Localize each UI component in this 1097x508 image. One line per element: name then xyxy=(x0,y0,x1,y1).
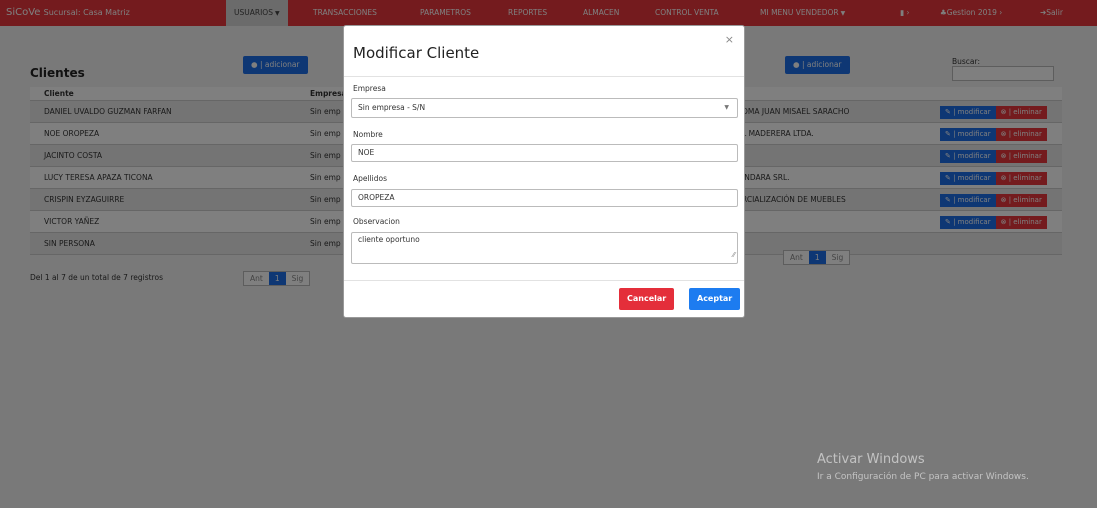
modal-title: Modificar Cliente xyxy=(353,44,480,62)
nombre-value: NOE xyxy=(358,148,375,157)
apellidos-label: Apellidos xyxy=(353,174,388,183)
nombre-label: Nombre xyxy=(353,130,383,139)
activation-watermark-text: Ir a Configuración de PC para activar Wi… xyxy=(817,472,1029,482)
resize-handle-icon[interactable]: ⁄⁄ xyxy=(733,248,735,262)
modal-footer-divider xyxy=(344,280,744,281)
chevron-down-icon: ▼ xyxy=(724,104,729,111)
close-icon[interactable]: × xyxy=(725,33,734,46)
activation-watermark-title: Activar Windows xyxy=(817,452,925,467)
empresa-label: Empresa xyxy=(353,84,386,93)
cancel-button[interactable]: Cancelar xyxy=(619,288,675,310)
apellidos-value: OROPEZA xyxy=(358,193,395,202)
nombre-input[interactable]: NOE xyxy=(351,144,738,162)
modificar-cliente-modal: Modificar Cliente × Empresa Sin empresa … xyxy=(343,25,745,318)
apellidos-input[interactable]: OROPEZA xyxy=(351,189,738,207)
modal-header-divider xyxy=(344,76,744,77)
accept-button[interactable]: Aceptar xyxy=(689,288,741,310)
empresa-select-value: Sin empresa - S/N xyxy=(358,103,426,112)
empresa-select[interactable]: Sin empresa - S/N ▼ xyxy=(351,98,738,118)
observacion-textarea[interactable]: cliente oportuno ⁄⁄ xyxy=(351,232,738,264)
observacion-label: Observacion xyxy=(353,217,400,226)
observacion-value: cliente oportuno xyxy=(358,235,420,244)
